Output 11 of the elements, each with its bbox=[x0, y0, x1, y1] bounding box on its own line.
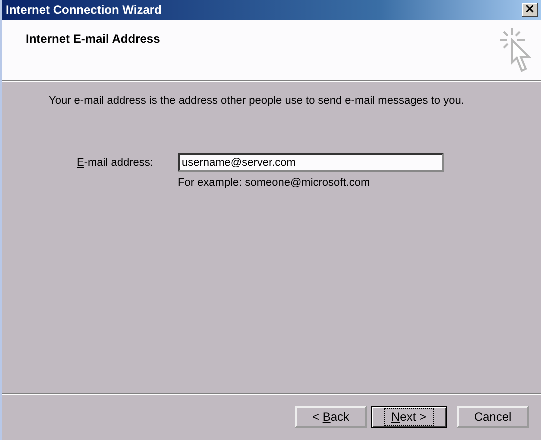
cursor-sparkle-icon bbox=[499, 27, 533, 75]
wizard-button[interactable]: < Back bbox=[295, 406, 367, 428]
example-text: For example: someone@microsoft.com bbox=[178, 177, 370, 189]
close-button[interactable]: × bbox=[522, 3, 538, 17]
wizard-button[interactable]: Next > bbox=[371, 406, 447, 428]
wizard-button[interactable]: Cancel bbox=[457, 406, 529, 428]
window-title: Internet Connection Wizard bbox=[6, 3, 162, 17]
page-heading: Internet E-mail Address bbox=[26, 32, 160, 46]
email-field[interactable]: username@server.com bbox=[178, 153, 444, 172]
description-text: Your e-mail address is the address other people use to send e-mail messages to you. bbox=[49, 95, 464, 107]
field-label: E-mail address: bbox=[77, 156, 154, 168]
